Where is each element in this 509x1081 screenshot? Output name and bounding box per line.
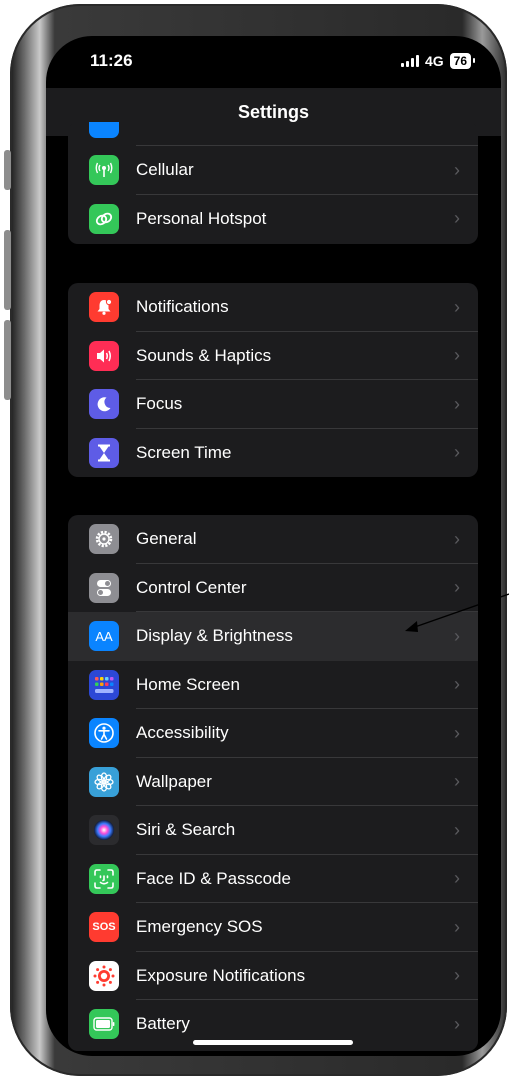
annotation-arrow: [405, 593, 509, 632]
